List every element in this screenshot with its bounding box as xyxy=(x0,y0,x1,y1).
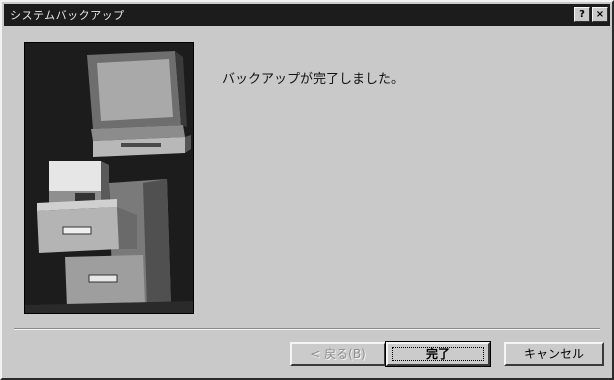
title-bar[interactable]: システムバックアップ ? × xyxy=(4,4,610,26)
focus-rectangle xyxy=(392,347,484,361)
cancel-button[interactable]: キャンセル xyxy=(504,342,604,366)
button-separator xyxy=(14,328,600,330)
back-button[interactable]: < 戻る(B) xyxy=(290,342,386,366)
computer-and-filing-cabinet-illustration xyxy=(25,43,193,313)
finish-button[interactable]: 完了 xyxy=(385,341,491,367)
floppy-disk-icon xyxy=(49,161,109,205)
completion-message: バックアップが完了しました。 xyxy=(222,72,405,87)
close-button[interactable]: × xyxy=(592,7,608,22)
monitor-icon xyxy=(87,51,191,157)
window-title: システムバックアップ xyxy=(10,9,125,22)
help-button[interactable]: ? xyxy=(574,7,590,22)
wizard-window: システムバックアップ ? × バックアップが完了しました。 < 戻る(B) 完了… xyxy=(0,0,614,380)
wizard-illustration xyxy=(24,42,194,314)
title-bar-buttons: ? × xyxy=(574,7,608,22)
